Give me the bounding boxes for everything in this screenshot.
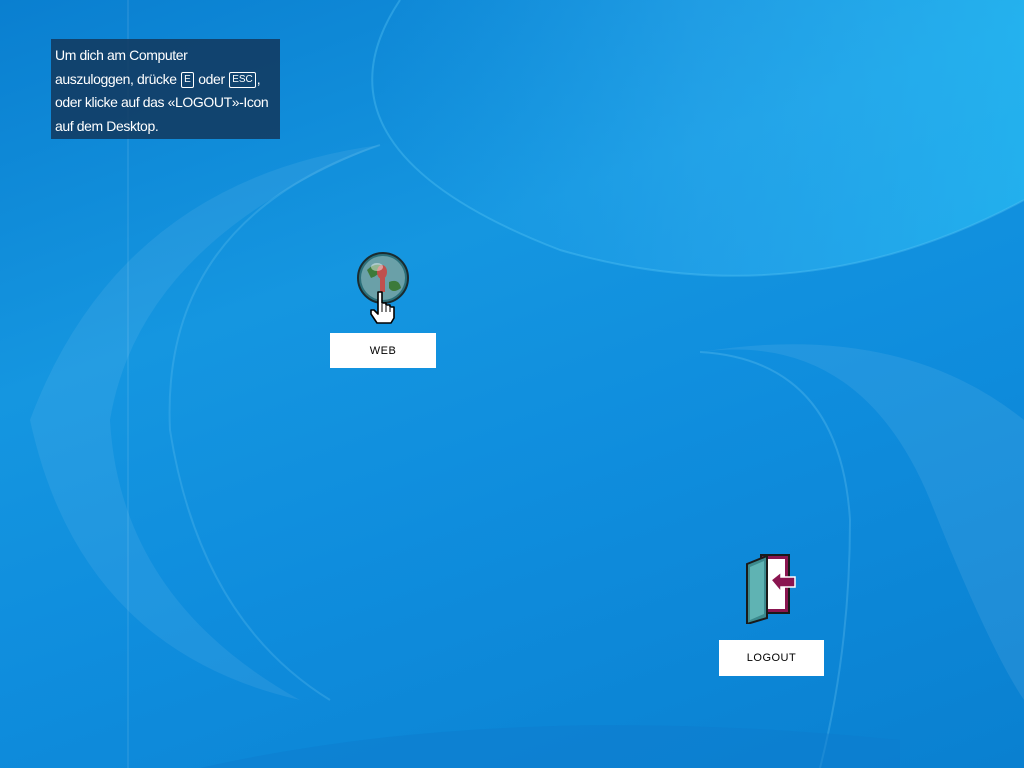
desktop: Um dich am Computer auszuloggen, drücke … — [0, 0, 1024, 768]
logout-hint: Um dich am Computer auszuloggen, drücke … — [51, 39, 280, 139]
hint-line-2: auszuloggen, drücke E oder ESC, — [55, 68, 276, 92]
hint-line-3: oder klicke auf das «LOGOUT»-Icon — [55, 94, 269, 110]
hint-line-2-end: , — [256, 70, 261, 87]
hint-line-1: Um dich am Computer — [55, 47, 188, 63]
web-icon-label[interactable]: WEB — [330, 333, 436, 368]
key-e-badge: E — [181, 71, 194, 88]
web-desktop-icon[interactable]: WEB — [330, 246, 436, 368]
key-esc-badge: ESC — [229, 71, 256, 88]
hint-line-4: auf dem Desktop. — [55, 117, 159, 134]
hint-line-2-mid: oder — [198, 70, 225, 87]
hand-pointer-cursor — [370, 291, 395, 324]
logout-icon-label[interactable]: LOGOUT — [719, 640, 824, 676]
hint-line-2-start: auszuloggen, drücke — [55, 70, 177, 87]
exit-door-icon[interactable] — [741, 552, 801, 624]
logout-desktop-icon[interactable]: LOGOUT — [719, 552, 824, 676]
